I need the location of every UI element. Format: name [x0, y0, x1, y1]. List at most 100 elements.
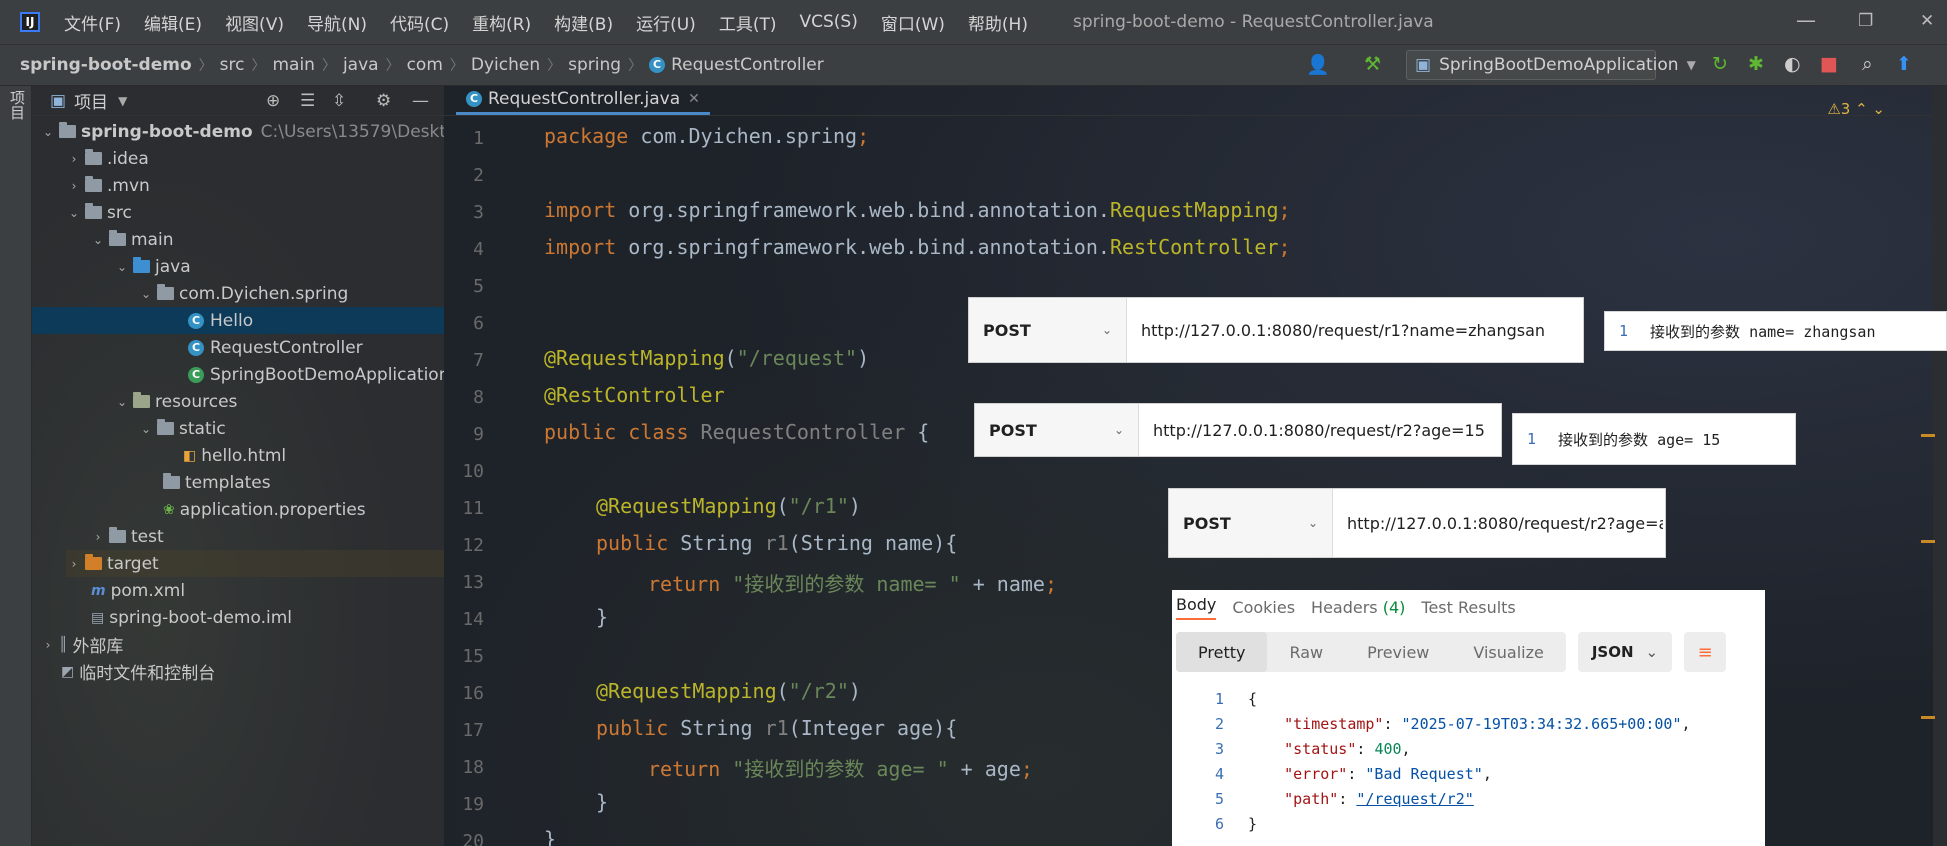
scroll-marker[interactable] [1921, 716, 1935, 719]
menu-navigate[interactable]: 导航(N) [307, 10, 367, 35]
tree-item-java[interactable]: ⌄ java [114, 253, 191, 280]
editor-tab-request-controller[interactable]: C RequestController.java ✕ [456, 85, 710, 115]
tab-test-results[interactable]: Test Results [1421, 598, 1515, 617]
chevron-down-icon[interactable]: ▼ [118, 94, 127, 108]
breadcrumb-dyichen[interactable]: Dyichen [471, 55, 540, 75]
run-configuration-select[interactable]: ▣ SpringBootDemoApplication ▼ [1406, 50, 1696, 80]
menu-run[interactable]: 运行(U) [636, 10, 696, 35]
view-raw-button[interactable]: Raw [1267, 632, 1345, 672]
chevron-down-icon[interactable]: ⌄ [40, 125, 56, 139]
tree-item-pom[interactable]: m pom.xml [88, 577, 185, 604]
breadcrumb-com[interactable]: com [407, 55, 443, 75]
menu-view[interactable]: 视图(V) [225, 10, 284, 35]
tree-item-package[interactable]: ⌄ com.Dyichen.spring [138, 280, 348, 307]
chevron-right-icon[interactable]: › [66, 557, 82, 571]
tree-item-hello[interactable]: C Hello [32, 307, 444, 334]
menu-edit[interactable]: 编辑(E) [144, 10, 202, 35]
tab-headers[interactable]: Headers (4) [1311, 598, 1405, 617]
menu-window[interactable]: 窗口(W) [881, 10, 945, 35]
tree-item-src[interactable]: ⌄ src [66, 199, 132, 226]
chevron-down-icon[interactable]: ⌄ [66, 206, 82, 220]
tab-body[interactable]: Body [1176, 595, 1217, 620]
breadcrumb-main[interactable]: main [272, 55, 314, 75]
breadcrumb-java[interactable]: java [343, 55, 379, 75]
chevron-down-icon[interactable]: ⌄ [138, 287, 154, 301]
tree-item-iml[interactable]: ▤ spring-boot-demo.iml [88, 604, 292, 631]
warning-count-badge[interactable]: ⚠3 ⌃ ⌄ [1827, 100, 1885, 118]
chevron-right-icon[interactable]: › [90, 530, 106, 544]
chevron-down-icon[interactable]: ⌄ [90, 233, 106, 247]
wrap-lines-icon[interactable]: ≡ [1684, 632, 1727, 672]
restore-button[interactable]: ❐ [1858, 11, 1873, 31]
chevron-right-icon[interactable]: › [66, 179, 82, 193]
tree-item-static[interactable]: ⌄ static [138, 415, 226, 442]
tree-item-project-root[interactable]: ⌄ spring-boot-demo C:\Users\13579\Deskto… [40, 118, 467, 145]
project-stripe-button[interactable]: 项目 [7, 90, 28, 120]
breadcrumb-class[interactable]: RequestController [671, 55, 824, 75]
hide-panel-icon[interactable]: — [412, 91, 429, 111]
chevron-down-icon[interactable]: ⌄ [138, 422, 154, 436]
breadcrumb-src[interactable]: src [220, 55, 245, 75]
tree-item-main[interactable]: ⌄ main [90, 226, 174, 253]
close-button[interactable]: ✕ [1920, 11, 1934, 31]
json-link-value[interactable]: "/request/r2" [1356, 790, 1473, 808]
user-icon[interactable]: 👤 [1306, 53, 1330, 76]
tree-item-templates[interactable]: templates [160, 469, 271, 496]
tree-item-mvn[interactable]: › .mvn [66, 172, 150, 199]
expand-all-icon[interactable]: ☰ [300, 91, 315, 111]
collapse-all-icon[interactable]: ⇳ [332, 91, 346, 111]
code-token: @RestController [544, 383, 725, 407]
url-input[interactable]: http://127.0.0.1:8080/request/r1?name=zh… [1127, 321, 1545, 340]
menu-vcs[interactable]: VCS(S) [799, 12, 857, 32]
view-pretty-button[interactable]: Pretty [1176, 632, 1268, 672]
breadcrumb-spring[interactable]: spring [568, 55, 621, 75]
tree-item-spring-boot-demo-application[interactable]: C SpringBootDemoApplication [188, 361, 450, 388]
tree-item-resources[interactable]: ⌄ resources [114, 388, 237, 415]
view-preview-button[interactable]: Preview [1345, 632, 1451, 672]
chevron-down-icon[interactable]: ⌄ [114, 260, 130, 274]
close-icon[interactable]: ✕ [688, 91, 700, 107]
format-select[interactable]: JSON ⌄ [1577, 632, 1673, 672]
search-icon[interactable]: ⌕ [1862, 53, 1873, 75]
intellij-logo-icon[interactable]: IJ [20, 12, 40, 32]
chevron-right-icon[interactable]: › [66, 152, 82, 166]
debug-bug-icon[interactable]: ✱ [1748, 53, 1764, 75]
menu-help[interactable]: 帮助(H) [968, 10, 1028, 35]
view-visualize-button[interactable]: Visualize [1451, 632, 1565, 672]
coverage-icon[interactable]: ◐ [1784, 53, 1801, 75]
tab-cookies[interactable]: Cookies [1232, 598, 1295, 617]
json-line: 2 "timestamp": "2025-07-19T03:34:32.665+… [1172, 715, 1691, 733]
tree-item-target[interactable]: › target [66, 550, 444, 577]
stop-icon[interactable]: ■ [1820, 53, 1838, 75]
iml-file-icon: ▤ [91, 609, 105, 626]
build-hammer-icon[interactable]: ⚒ [1364, 53, 1381, 75]
rerun-icon[interactable]: ↻ [1712, 53, 1728, 75]
locate-target-icon[interactable]: ⊕ [266, 91, 280, 111]
minimize-button[interactable]: — [1796, 8, 1816, 32]
chevron-right-icon[interactable]: › [40, 638, 56, 652]
menu-file[interactable]: 文件(F) [64, 10, 121, 35]
method-select[interactable]: POST ⌄ [969, 298, 1127, 362]
method-select[interactable]: POST ⌄ [975, 404, 1139, 456]
tree-item-request-controller[interactable]: C RequestController [188, 334, 363, 361]
url-input[interactable]: http://127.0.0.1:8080/request/r2?age=15 [1139, 421, 1485, 440]
tree-item-external-libraries[interactable]: › ║ 外部库 [40, 631, 124, 658]
tree-item-idea[interactable]: › .idea [66, 145, 149, 172]
chevron-down-icon[interactable]: ⌄ [114, 395, 130, 409]
project-panel-title[interactable]: 项目 [74, 88, 108, 113]
tree-item-scratches[interactable]: ◩ 临时文件和控制台 [58, 658, 215, 685]
breadcrumb-project[interactable]: spring-boot-demo [20, 55, 192, 75]
scroll-marker[interactable] [1921, 540, 1935, 543]
scroll-marker[interactable] [1921, 434, 1935, 437]
tree-item-application-properties[interactable]: ❀ application.properties [160, 496, 366, 523]
url-input[interactable]: http://127.0.0.1:8080/request/r2?age=aa [1333, 514, 1663, 533]
tree-item-hello-html[interactable]: ◧ hello.html [180, 442, 286, 469]
method-select[interactable]: POST ⌄ [1169, 489, 1333, 557]
tree-item-test[interactable]: › test [90, 523, 164, 550]
menu-build[interactable]: 构建(B) [554, 10, 613, 35]
gear-icon[interactable]: ⚙ [376, 91, 391, 111]
menu-code[interactable]: 代码(C) [390, 10, 449, 35]
update-icon[interactable]: ⬆ [1896, 53, 1912, 75]
menu-tools[interactable]: 工具(T) [719, 10, 777, 35]
menu-refactor[interactable]: 重构(R) [472, 10, 531, 35]
